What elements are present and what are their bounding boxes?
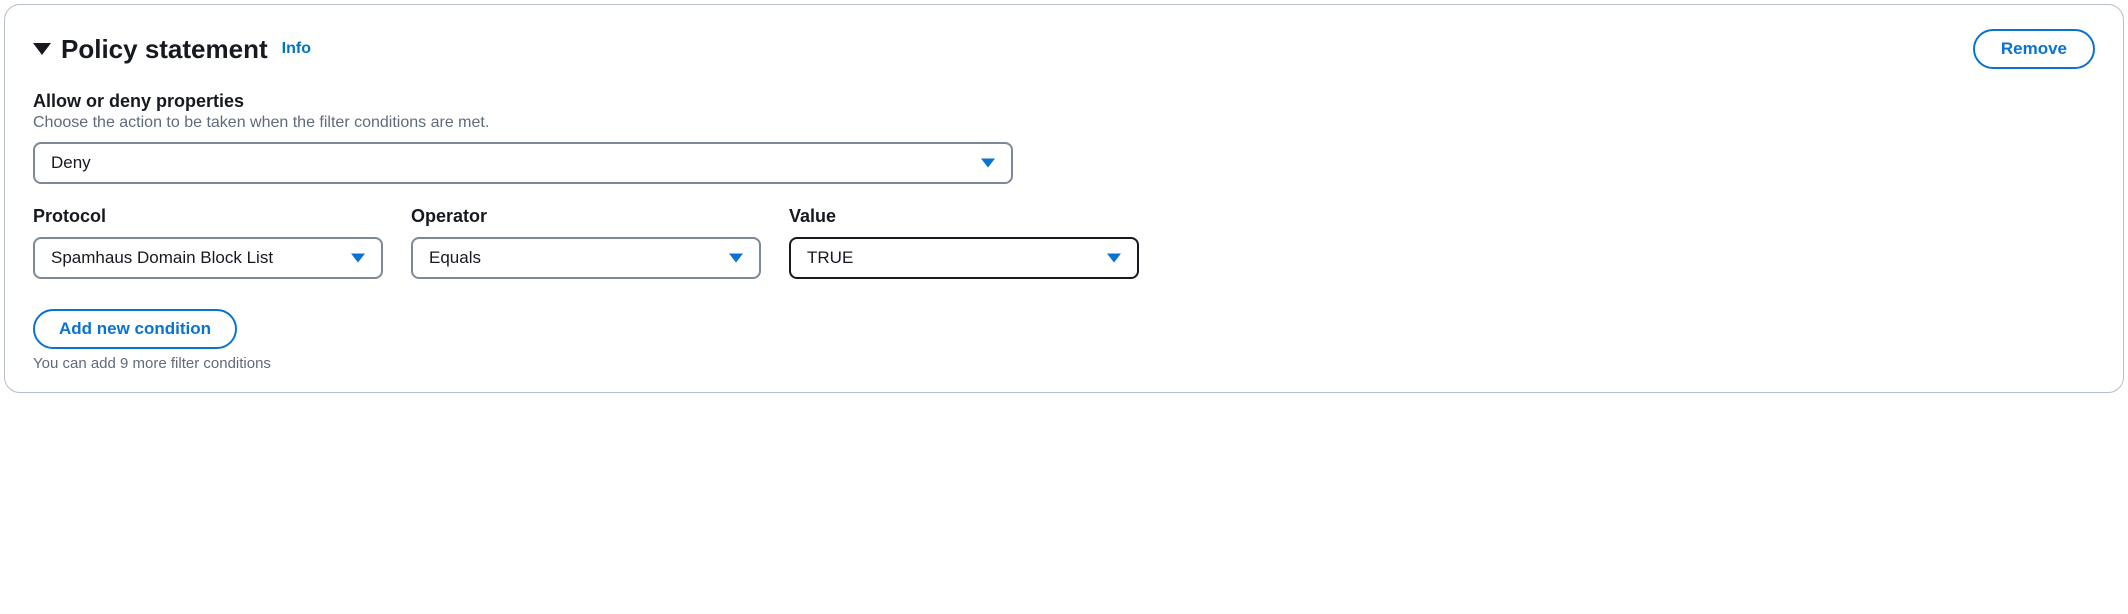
chevron-down-icon bbox=[351, 254, 365, 263]
chevron-down-icon bbox=[981, 159, 995, 168]
operator-selected-value: Equals bbox=[429, 248, 481, 268]
protocol-label: Protocol bbox=[33, 206, 383, 227]
protocol-selected-value: Spamhaus Domain Block List bbox=[51, 248, 273, 268]
allow-deny-select[interactable]: Deny bbox=[33, 142, 1013, 184]
allow-deny-description: Choose the action to be taken when the f… bbox=[33, 114, 2095, 132]
value-column: Value TRUE bbox=[789, 206, 1139, 279]
chevron-down-icon bbox=[1107, 254, 1121, 263]
operator-label: Operator bbox=[411, 206, 761, 227]
protocol-select[interactable]: Spamhaus Domain Block List bbox=[33, 237, 383, 279]
allow-deny-section: Allow or deny properties Choose the acti… bbox=[33, 91, 2095, 184]
panel-header-left: Policy statement Info bbox=[33, 34, 311, 65]
add-condition-helper-text: You can add 9 more filter conditions bbox=[33, 355, 2095, 372]
add-condition-section: Add new condition You can add 9 more fil… bbox=[33, 309, 2095, 372]
value-select[interactable]: TRUE bbox=[789, 237, 1139, 279]
collapse-caret-icon[interactable] bbox=[33, 43, 51, 55]
panel-title: Policy statement bbox=[61, 34, 268, 65]
value-selected-value: TRUE bbox=[807, 248, 853, 268]
add-new-condition-button[interactable]: Add new condition bbox=[33, 309, 237, 349]
policy-statement-panel: Policy statement Info Remove Allow or de… bbox=[4, 4, 2124, 393]
protocol-column: Protocol Spamhaus Domain Block List bbox=[33, 206, 383, 279]
allow-deny-label: Allow or deny properties bbox=[33, 91, 2095, 112]
condition-row: Protocol Spamhaus Domain Block List Oper… bbox=[33, 206, 2095, 279]
operator-column: Operator Equals bbox=[411, 206, 761, 279]
allow-deny-selected-value: Deny bbox=[51, 153, 91, 173]
operator-select[interactable]: Equals bbox=[411, 237, 761, 279]
panel-header: Policy statement Info Remove bbox=[33, 29, 2095, 69]
info-link[interactable]: Info bbox=[282, 40, 311, 58]
chevron-down-icon bbox=[729, 254, 743, 263]
value-label: Value bbox=[789, 206, 1139, 227]
remove-button[interactable]: Remove bbox=[1973, 29, 2095, 69]
